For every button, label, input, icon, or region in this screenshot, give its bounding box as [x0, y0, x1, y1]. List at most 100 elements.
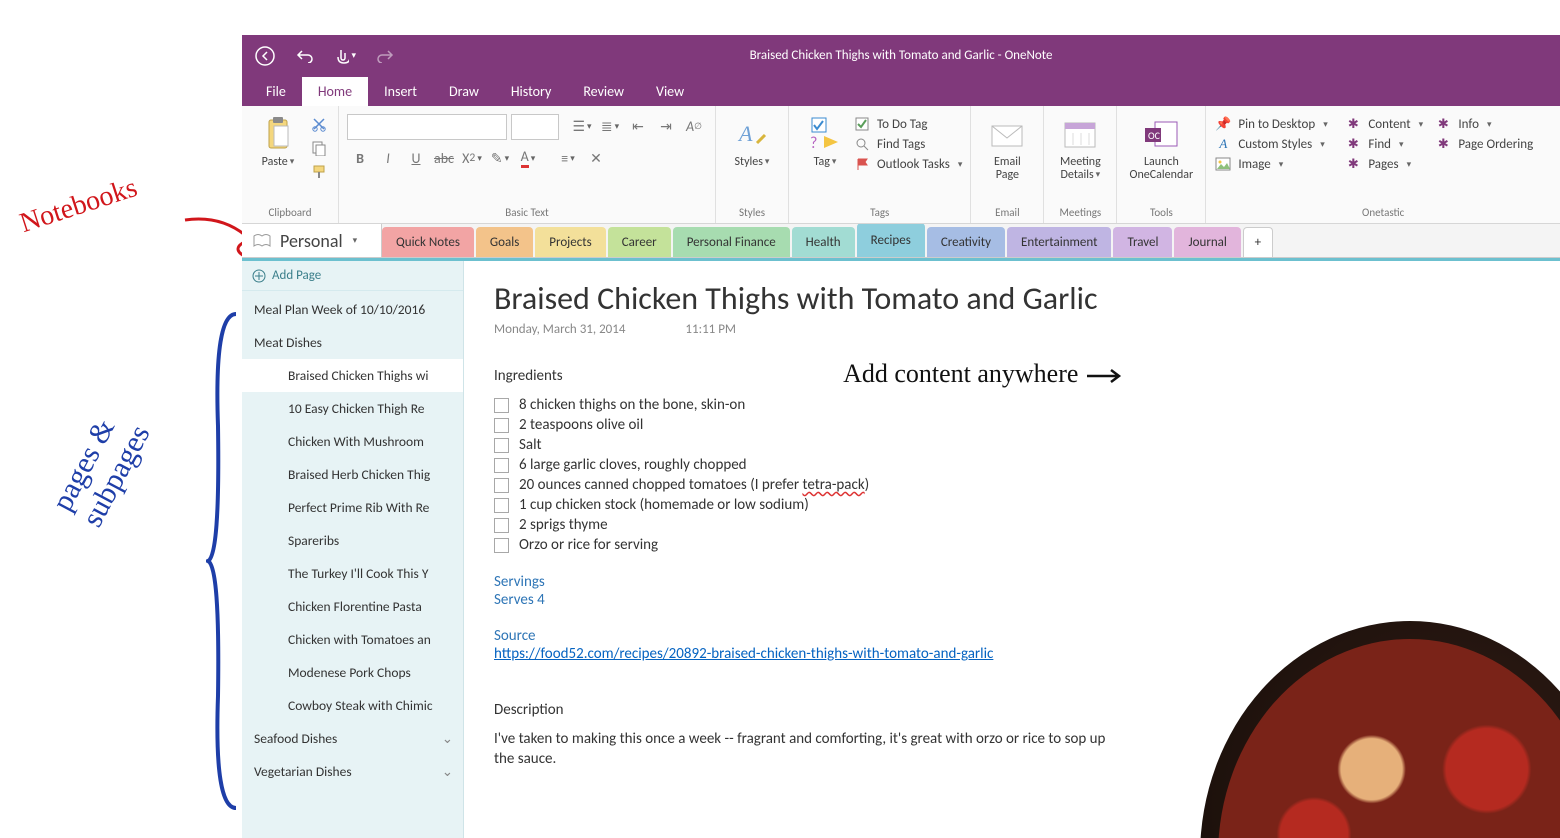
section-tab-projects[interactable]: Projects [535, 227, 605, 257]
indent-icon[interactable]: ⇥ [653, 114, 679, 138]
ingredient-item[interactable]: 8 chicken thighs on the bone, skin-on [494, 395, 1530, 415]
meeting-details-button[interactable]: Meeting Details▾ [1052, 110, 1108, 200]
add-page-button[interactable]: Add Page [242, 261, 463, 291]
custom-styles-button[interactable]: ACustom Styles▾ [1214, 136, 1344, 152]
page-title[interactable]: Braised Chicken Thighs with Tomato and G… [494, 279, 1530, 318]
cut-icon[interactable] [308, 114, 330, 134]
todo-checkbox[interactable] [494, 478, 509, 493]
add-section-button[interactable]: + [1243, 227, 1273, 257]
todo-checkbox[interactable] [494, 538, 509, 553]
font-name-selector[interactable] [347, 114, 507, 140]
underline-button[interactable]: U [403, 146, 429, 170]
font-size-selector[interactable] [511, 114, 559, 140]
undo-icon[interactable] [294, 45, 316, 67]
notebook-selector[interactable]: Personal ▾ [242, 224, 382, 257]
source-link[interactable]: https://food52.com/recipes/20892-braised… [494, 645, 993, 663]
tab-file[interactable]: File [250, 77, 302, 106]
copy-icon[interactable] [308, 138, 330, 158]
tab-history[interactable]: History [495, 77, 567, 106]
tab-home[interactable]: Home [302, 77, 368, 106]
page-item[interactable]: Chicken With Mushroom [242, 425, 463, 458]
page-list[interactable]: Meal Plan Week of 10/10/2016Meat DishesB… [242, 291, 463, 838]
todo-checkbox[interactable] [494, 438, 509, 453]
tab-review[interactable]: Review [567, 77, 640, 106]
launch-onecalendar-button[interactable]: OC Launch OneCalendar [1125, 110, 1197, 200]
highlight-button[interactable]: ✎▾ [487, 146, 513, 170]
todo-checkbox[interactable] [494, 418, 509, 433]
info-macro-button[interactable]: ✱Info▾ [1434, 116, 1533, 132]
tag-button[interactable]: ? Tag▾ [797, 110, 853, 200]
ingredient-item[interactable]: 2 sprigs thyme [494, 515, 1530, 535]
todo-checkbox[interactable] [494, 398, 509, 413]
page-item[interactable]: Vegetarian Dishes⌄ [242, 755, 463, 788]
page-item[interactable]: Braised Herb Chicken Thig [242, 458, 463, 491]
strike-button[interactable]: abc [431, 146, 457, 170]
ingredient-item[interactable]: Orzo or rice for serving [494, 535, 1530, 555]
ingredient-item[interactable]: 1 cup chicken stock (homemade or low sod… [494, 495, 1530, 515]
macro-icon: ✱ [1344, 156, 1362, 172]
page-ordering-button[interactable]: ✱Page Ordering [1434, 136, 1533, 152]
pin-to-desktop-button[interactable]: 📌Pin to Desktop▾ [1214, 116, 1344, 132]
outlook-tasks-button[interactable]: Outlook Tasks▾ [853, 156, 962, 172]
page-item[interactable]: Perfect Prime Rib With Re [242, 491, 463, 524]
todo-checkbox[interactable] [494, 458, 509, 473]
pages-macro-button[interactable]: ✱Pages▾ [1344, 156, 1434, 172]
numbering-icon[interactable]: ≣▾ [597, 114, 623, 138]
section-tab-creativity[interactable]: Creativity [927, 227, 1005, 257]
back-icon[interactable] [254, 45, 276, 67]
ingredients-list[interactable]: 8 chicken thighs on the bone, skin-on2 t… [494, 395, 1530, 555]
page-item[interactable]: 10 Easy Chicken Thigh Re [242, 392, 463, 425]
page-item[interactable]: The Turkey I'll Cook This Y [242, 557, 463, 590]
font-color-button[interactable]: A▾ [515, 146, 541, 170]
tab-view[interactable]: View [640, 77, 700, 106]
ingredient-item[interactable]: 20 ounces canned chopped tomatoes (I pre… [494, 475, 1530, 495]
bullets-icon[interactable]: ☰▾ [569, 114, 595, 138]
section-tab-recipes[interactable]: Recipes [857, 224, 925, 257]
section-tab-entertainment[interactable]: Entertainment [1007, 227, 1111, 257]
email-page-button[interactable]: Email Page [979, 110, 1035, 200]
find-macro-button[interactable]: ✱Find▾ [1344, 136, 1434, 152]
todo-checkbox[interactable] [494, 498, 509, 513]
ingredient-item[interactable]: 6 large garlic cloves, roughly chopped [494, 455, 1530, 475]
italic-button[interactable]: I [375, 146, 401, 170]
page-item[interactable]: Spareribs [242, 524, 463, 557]
section-tab-career[interactable]: Career [608, 227, 671, 257]
subscript-button[interactable]: X2▾ [459, 146, 485, 170]
bold-button[interactable]: B [347, 146, 373, 170]
todo-checkbox[interactable] [494, 518, 509, 533]
section-tab-personal-finance[interactable]: Personal Finance [673, 227, 790, 257]
image-macro-button[interactable]: Image▾ [1214, 156, 1344, 172]
touch-mode-icon[interactable]: ▾ [334, 45, 356, 67]
section-tab-travel[interactable]: Travel [1113, 227, 1172, 257]
page-content[interactable]: Braised Chicken Thighs with Tomato and G… [464, 261, 1560, 838]
page-item[interactable]: Braised Chicken Thighs wi [242, 359, 463, 392]
styles-button[interactable]: A Styles▾ [724, 110, 780, 200]
page-item[interactable]: Meat Dishes [242, 326, 463, 359]
clear-format-icon[interactable]: A∅ [681, 114, 707, 138]
page-item[interactable]: Cowboy Steak with Chimic [242, 689, 463, 722]
outdent-icon[interactable]: ⇤ [625, 114, 651, 138]
todo-tag-button[interactable]: To Do Tag [853, 116, 962, 132]
page-item[interactable]: Chicken Florentine Pasta [242, 590, 463, 623]
content-macro-button[interactable]: ✱Content▾ [1344, 116, 1434, 132]
section-tab-health[interactable]: Health [792, 227, 855, 257]
section-tab-goals[interactable]: Goals [476, 227, 533, 257]
page-item[interactable]: Meal Plan Week of 10/10/2016 [242, 293, 463, 326]
find-tags-button[interactable]: Find Tags [853, 136, 962, 152]
align-button[interactable]: ≡▾ [555, 146, 581, 170]
annotation-pages: pages & subpages [46, 315, 205, 532]
tab-draw[interactable]: Draw [433, 77, 495, 106]
page-item[interactable]: Modenese Pork Chops [242, 656, 463, 689]
ingredient-item[interactable]: 2 teaspoons olive oil [494, 415, 1530, 435]
section-tab-quick-notes[interactable]: Quick Notes [382, 227, 474, 257]
tab-insert[interactable]: Insert [368, 77, 433, 106]
paste-button[interactable]: Paste▾ [250, 110, 306, 200]
page-item[interactable]: Seafood Dishes⌄ [242, 722, 463, 755]
page-item[interactable]: Chicken with Tomatoes an [242, 623, 463, 656]
ingredient-item[interactable]: Salt [494, 435, 1530, 455]
format-painter-icon[interactable] [308, 162, 330, 182]
redo-icon[interactable] [374, 45, 396, 67]
section-tab-journal[interactable]: Journal [1174, 227, 1240, 257]
delete-icon[interactable]: ✕ [583, 146, 609, 170]
chevron-down-icon: ⌄ [442, 730, 453, 747]
